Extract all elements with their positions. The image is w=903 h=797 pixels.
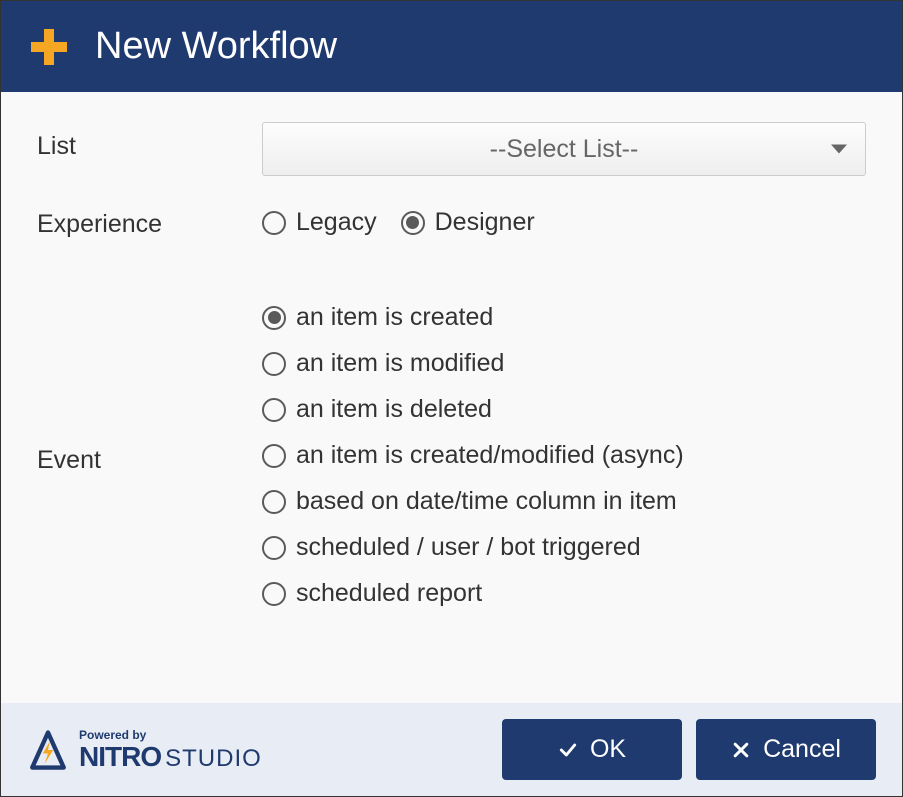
radio-icon <box>262 582 286 606</box>
radio-label: Designer <box>435 208 535 237</box>
footer-buttons: OK Cancel <box>502 719 876 780</box>
ok-button-label: OK <box>590 735 626 764</box>
radio-label: scheduled / user / bot triggered <box>296 533 641 562</box>
radio-label: an item is modified <box>296 349 504 378</box>
radio-icon <box>262 306 286 330</box>
radio-label: an item is deleted <box>296 395 492 424</box>
powered-by-text: Powered by <box>79 729 262 741</box>
event-radio-datetime[interactable]: based on date/time column in item <box>262 487 866 516</box>
event-radio-modified[interactable]: an item is modified <box>262 349 866 378</box>
event-radio-deleted[interactable]: an item is deleted <box>262 395 866 424</box>
list-label: List <box>37 122 262 161</box>
brand-studio: STUDIO <box>165 747 262 771</box>
radio-label: an item is created/modified (async) <box>296 441 684 470</box>
experience-row: Experience Legacy Designer <box>37 200 866 239</box>
dialog-footer: Powered by NITRO STUDIO OK Cancel <box>1 703 902 796</box>
footer-logo-text: Powered by NITRO STUDIO <box>79 729 262 771</box>
event-label: Event <box>37 436 262 475</box>
radio-label: an item is created <box>296 303 493 332</box>
radio-icon <box>262 444 286 468</box>
event-row: Event an item is created an item is modi… <box>37 303 866 608</box>
cancel-button[interactable]: Cancel <box>696 719 876 780</box>
plus-icon <box>31 29 67 65</box>
dialog-title: New Workflow <box>95 25 337 68</box>
radio-label: scheduled report <box>296 579 482 608</box>
radio-icon <box>262 398 286 422</box>
radio-icon <box>262 536 286 560</box>
radio-label: Legacy <box>296 208 377 237</box>
event-radio-group: an item is created an item is modified a… <box>262 303 866 608</box>
experience-label: Experience <box>37 200 262 239</box>
experience-radio-legacy[interactable]: Legacy <box>262 208 377 237</box>
radio-icon <box>262 211 286 235</box>
ok-button[interactable]: OK <box>502 719 682 780</box>
radio-icon <box>401 211 425 235</box>
check-icon <box>558 740 578 760</box>
close-icon <box>731 740 751 760</box>
nitro-logo-icon <box>27 729 69 771</box>
experience-radio-designer[interactable]: Designer <box>401 208 535 237</box>
list-select[interactable]: --Select List-- <box>262 122 866 176</box>
event-radio-created[interactable]: an item is created <box>262 303 866 332</box>
list-row: List --Select List-- <box>37 122 866 176</box>
radio-icon <box>262 352 286 376</box>
dialog-body: List --Select List-- Experience Legacy <box>1 92 902 703</box>
footer-logo: Powered by NITRO STUDIO <box>27 729 262 771</box>
radio-label: based on date/time column in item <box>296 487 677 516</box>
list-select-value: --Select List-- <box>490 135 639 164</box>
chevron-down-icon <box>831 145 847 154</box>
event-radio-scheduled-report[interactable]: scheduled report <box>262 579 866 608</box>
event-radio-created-modified-async[interactable]: an item is created/modified (async) <box>262 441 866 470</box>
new-workflow-dialog: New Workflow List --Select List-- Experi… <box>0 0 903 797</box>
brand-nitro: NITRO <box>79 743 161 771</box>
dialog-header: New Workflow <box>1 1 902 92</box>
experience-radio-group: Legacy Designer <box>262 200 866 237</box>
cancel-button-label: Cancel <box>763 735 841 764</box>
radio-icon <box>262 490 286 514</box>
event-radio-scheduled-triggered[interactable]: scheduled / user / bot triggered <box>262 533 866 562</box>
